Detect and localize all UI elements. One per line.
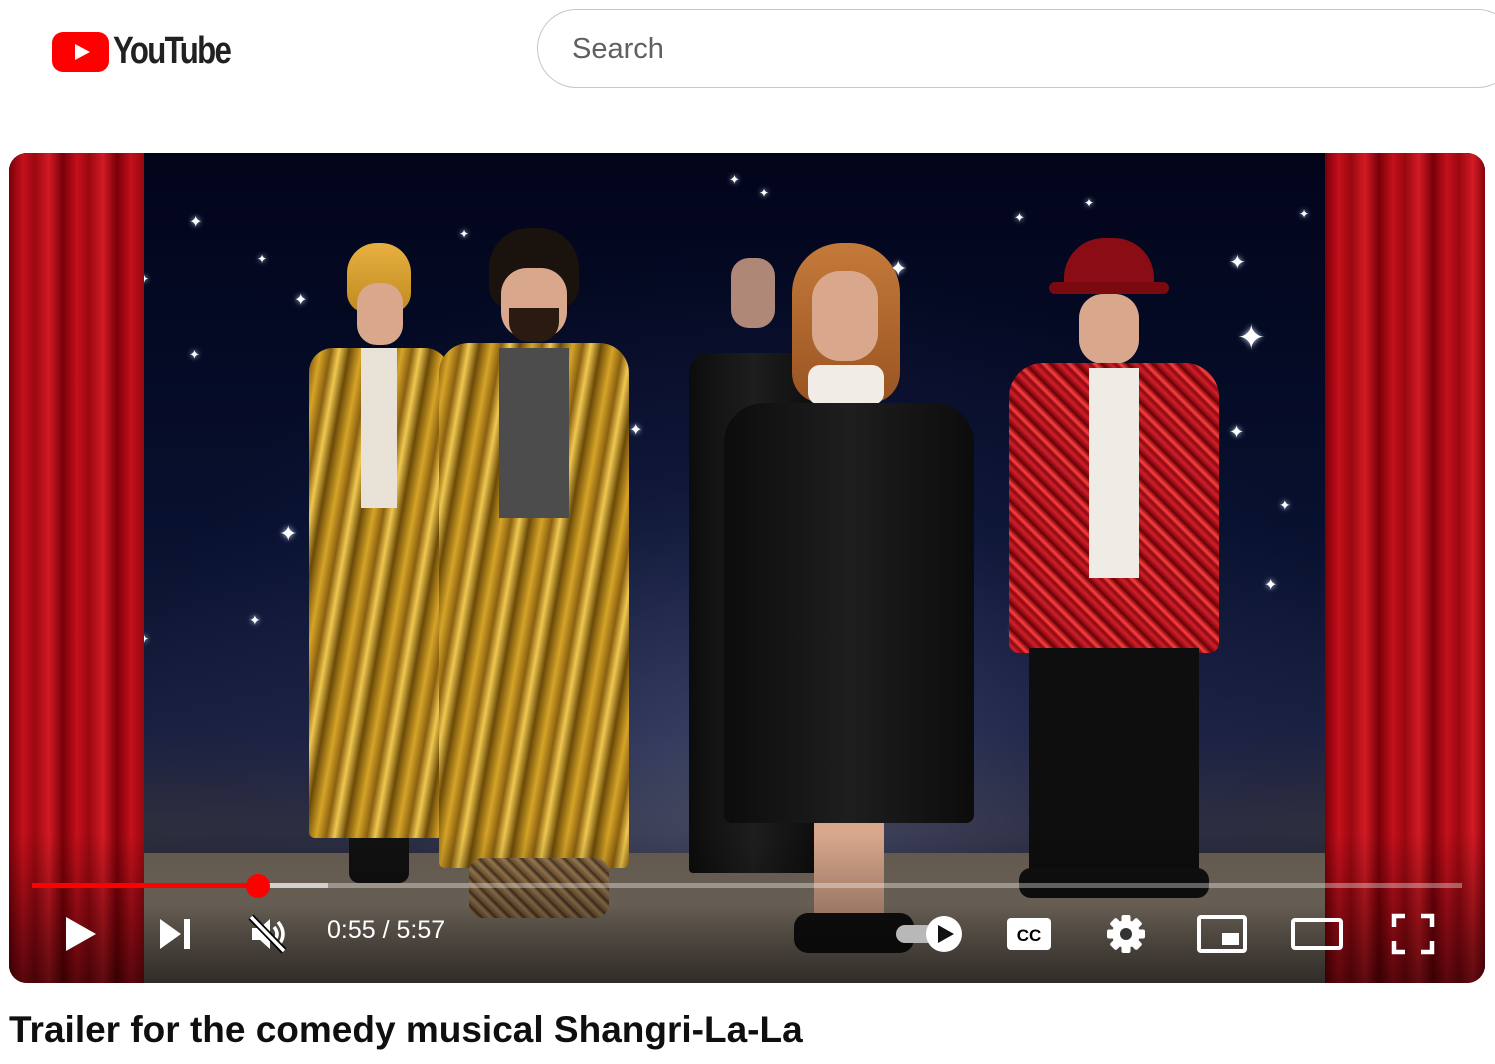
star-decoration: ✦ [759, 186, 770, 200]
star-decoration: ✦ [1237, 319, 1266, 357]
star-decoration: ✦ [1264, 577, 1278, 594]
fullscreen-icon [1391, 913, 1435, 955]
progress-played [32, 883, 258, 888]
player-controls-gradient [9, 833, 1485, 983]
volume-muted-icon [248, 914, 287, 954]
star-decoration: ✦ [189, 214, 203, 231]
play-icon [66, 917, 96, 951]
settings-button[interactable] [1097, 908, 1155, 960]
star-decoration: ✦ [279, 521, 298, 546]
miniplayer-button[interactable] [1192, 908, 1252, 960]
star-decoration: ✦ [189, 347, 200, 362]
theater-mode-button[interactable] [1287, 908, 1347, 960]
next-video-button[interactable] [147, 908, 203, 960]
mute-button[interactable] [239, 908, 295, 960]
settings-gear-icon [1107, 915, 1145, 953]
time-display: 0:55 / 5:57 [327, 916, 446, 944]
star-decoration: ✦ [294, 292, 308, 309]
star-decoration: ✦ [1014, 210, 1025, 225]
subtitles-button[interactable]: CC [999, 908, 1059, 960]
autoplay-toggle[interactable] [889, 908, 969, 960]
performer-gold-robe-bearded [439, 228, 629, 928]
fullscreen-button[interactable] [1384, 908, 1442, 960]
search-box[interactable] [537, 9, 1495, 89]
video-title: Trailer for the comedy musical Shangri-L… [9, 1009, 803, 1050]
search-input[interactable] [570, 10, 1474, 89]
video-player[interactable]: ✦ ✦ ✦ ✦ ✦ ✦ ✦ ✦ ✦ ✦ ✦ ✦ ✦ ✦ ✦ ✦ ✦ ✦ ✦ ✦ … [9, 153, 1485, 983]
performer-gold-robe-blonde [309, 243, 449, 883]
youtube-play-logo-icon [52, 31, 109, 72]
star-decoration: ✦ [1229, 252, 1246, 274]
star-decoration: ✦ [1279, 497, 1291, 513]
star-decoration: ✦ [249, 612, 261, 628]
next-icon [160, 919, 190, 949]
star-decoration: ✦ [257, 252, 268, 266]
progress-scrubber-handle[interactable] [245, 874, 270, 898]
progress-bar[interactable] [32, 874, 1462, 898]
star-decoration: ✦ [1229, 422, 1245, 442]
autoplay-toggle-icon [896, 916, 962, 952]
masthead: YouTube [0, 0, 1495, 100]
play-button[interactable] [53, 908, 109, 960]
star-decoration: ✦ [1299, 207, 1310, 221]
star-decoration: ✦ [629, 422, 643, 439]
star-decoration: ✦ [729, 172, 740, 187]
miniplayer-icon [1197, 915, 1247, 953]
performer-red-sequin-jacket [1009, 238, 1219, 898]
youtube-wordmark: YouTube [113, 30, 232, 72]
cc-icon: CC [1007, 918, 1051, 950]
svg-text:CC: CC [1017, 926, 1042, 945]
youtube-logo[interactable]: YouTube [52, 30, 256, 73]
star-decoration: ✦ [1084, 196, 1095, 210]
theater-mode-icon [1291, 918, 1343, 950]
